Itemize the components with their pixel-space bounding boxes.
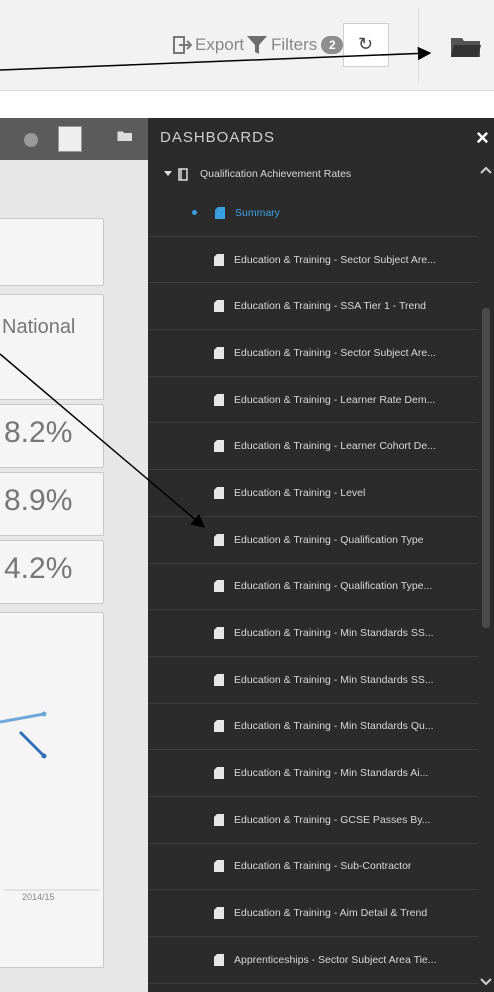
sidebar-item-label: Education & Training - Sector Subject Ar… (234, 346, 436, 359)
reset-icon: ↻ (358, 34, 374, 54)
sidebar-item-dashboard[interactable]: Apprenticeships - Sector Subject Area Ti… (148, 937, 478, 984)
sidebar-item-label: Education & Training - Level (234, 486, 366, 499)
value-1: 8.2% (4, 416, 73, 449)
mini-reset-button (58, 126, 82, 152)
dashboard-card-national (0, 294, 104, 400)
mini-badge (24, 133, 38, 147)
scrollbar-thumb[interactable] (482, 308, 490, 628)
document-icon (214, 440, 224, 453)
dashboard-card-top (0, 218, 104, 286)
sidebar-item-dashboard[interactable]: Education & Training - Aim Detail & Tren… (148, 890, 478, 937)
sidebar-item-dashboard[interactable]: Education & Training - Learner Rate Dem.… (148, 377, 478, 424)
mini-folder-icon (117, 131, 132, 141)
document-icon (214, 580, 224, 593)
filters-count-badge: 2 (321, 36, 344, 54)
document-icon (215, 206, 225, 219)
sidebar-item-dashboard[interactable]: Education & Training - Min Standards Ai.… (148, 750, 478, 797)
sidebar-scrollbar[interactable] (478, 158, 494, 992)
sidebar-item-label: Education & Training - Min Standards Ai.… (234, 767, 429, 780)
sidebar-item-label: Qualification Achievement Rates (200, 168, 352, 180)
document-icon (214, 813, 224, 826)
trend-chart-lines (0, 711, 100, 891)
sidebar-item-dashboard[interactable]: Education & Training - SSA Tier 1 - Tren… (148, 283, 478, 331)
sidebar-item-dashboard[interactable]: Education & Training - Sub-Contractor (148, 844, 478, 891)
document-icon (214, 393, 224, 406)
reset-button[interactable]: ↻ (343, 23, 389, 67)
sidebar-item-dashboard[interactable]: Education & Training - Min Standards SS.… (148, 657, 478, 704)
document-icon (214, 346, 224, 359)
filter-icon (247, 36, 267, 54)
sidebar-item-label: Education & Training - Qualification Typ… (234, 580, 433, 593)
sidebar-item-dashboard[interactable]: Education & Training - GCSE Passes By... (148, 797, 478, 844)
document-icon (214, 673, 224, 686)
dashboard-items: Summary Education & Training - Sector Sub… (148, 190, 478, 984)
chevron-up-icon[interactable] (480, 166, 492, 174)
export-button[interactable]: Export (173, 35, 244, 55)
sidebar-item-label: Education & Training - Min Standards Qu.… (234, 720, 434, 733)
document-icon (214, 767, 224, 780)
sidebar-item-label: Education & Training - Learner Rate Dem.… (234, 393, 436, 406)
sidebar-item-label: Apprenticeships - Sector Subject Area Ti… (234, 953, 437, 966)
document-icon (214, 907, 224, 920)
sidebar-item-dashboard[interactable]: Education & Training - Qualification Typ… (148, 564, 478, 611)
sidebar-item-label: Education & Training - Sector Subject Ar… (234, 253, 436, 266)
filters-label: Filters (271, 35, 318, 54)
sidebar-header: DASHBOARDS × (148, 118, 494, 158)
document-icon (214, 533, 224, 546)
sidebar-title: DASHBOARDS (160, 129, 276, 146)
close-icon[interactable]: × (476, 125, 489, 151)
sidebar-item-dashboard[interactable]: Education & Training - Level (148, 470, 478, 517)
document-icon (214, 860, 224, 873)
sidebar-item-dashboard[interactable]: Education & Training - Sector Subject Ar… (148, 237, 478, 284)
toolbar-divider (418, 8, 419, 82)
dashboards-sidebar: DASHBOARDS × Qualification Achievement R… (148, 118, 494, 992)
document-icon (214, 627, 224, 640)
sidebar-item-dashboard[interactable]: Education & Training - Sector Subject Ar… (148, 330, 478, 377)
document-icon (214, 720, 224, 733)
caret-down-icon (164, 171, 172, 176)
filters-button[interactable]: Filters 2 (247, 35, 344, 55)
export-label: Export (195, 35, 245, 54)
value-3: 4.2% (4, 552, 73, 585)
folder-open-icon (451, 38, 481, 57)
sidebar-item-dashboard[interactable]: Education & Training - Qualification Typ… (148, 517, 478, 564)
national-label: National (2, 316, 76, 338)
dashboard-list: Qualification Achievement Rates Summary E… (148, 158, 478, 984)
sidebar-item-label: Education & Training - SSA Tier 1 - Tren… (234, 300, 427, 313)
sidebar-item-dashboard[interactable]: Education & Training - Learner Cohort De… (148, 423, 478, 471)
value-2: 8.9% (4, 484, 73, 517)
sidebar-item-label: Summary (235, 206, 280, 219)
chart-year-label: 2014/15 (22, 892, 55, 902)
dashboards-folder-button[interactable] (450, 36, 482, 63)
dashboard-mini-toolbar (0, 118, 148, 160)
active-bullet (192, 210, 197, 216)
sidebar-item-dashboard[interactable]: Education & Training - Min Standards SS.… (148, 610, 478, 657)
sidebar-item-dashboard[interactable]: Summary (148, 190, 478, 237)
sidebar-item-label: Education & Training - Min Standards SS.… (234, 673, 434, 686)
book-icon (178, 167, 188, 181)
toolbar: Filters 2 ↻ (0, 0, 494, 91)
sidebar-item-label: Education & Training - Sub-Contractor (234, 860, 412, 873)
chevron-down-icon[interactable] (480, 978, 492, 986)
sidebar-item-qualification-achievement-rates[interactable]: Qualification Achievement Rates (148, 158, 478, 190)
sidebar-item-label: Education & Training - Aim Detail & Tren… (234, 907, 428, 920)
sidebar-item-label: Education & Training - GCSE Passes By... (234, 813, 431, 826)
sidebar-item-label: Education & Training - Learner Cohort De… (234, 440, 436, 453)
export-icon (173, 36, 193, 54)
sidebar-item-label: Education & Training - Min Standards SS.… (234, 627, 434, 640)
document-icon (214, 300, 224, 313)
document-icon (214, 253, 224, 266)
document-icon (214, 953, 224, 966)
sidebar-item-dashboard[interactable]: Education & Training - Min Standards Qu.… (148, 704, 478, 751)
sidebar-item-label: Education & Training - Qualification Typ… (234, 533, 424, 546)
document-icon (214, 486, 224, 499)
